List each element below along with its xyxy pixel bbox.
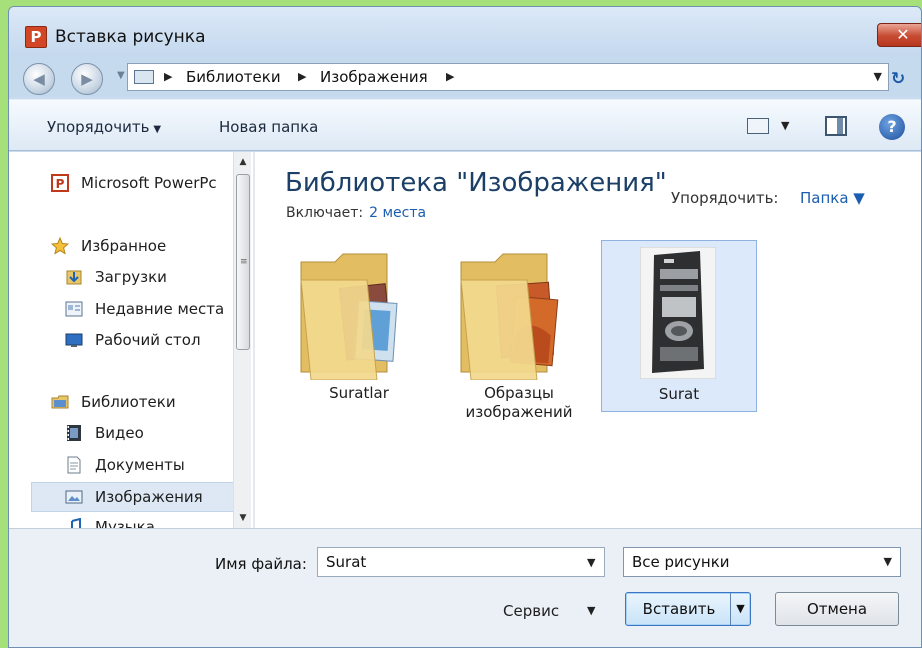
address-bar[interactable]: ▶ Библиотеки ▶ Изображения ▶ ▼ xyxy=(127,63,889,91)
refresh-icon[interactable]: ↻ xyxy=(891,69,905,89)
tools-menu-button[interactable]: Сервис xyxy=(503,602,559,620)
pictures-library-icon xyxy=(134,70,154,84)
music-icon xyxy=(71,518,81,528)
organize-label: Упорядочить xyxy=(47,118,150,136)
insert-button[interactable]: Вставить ▼ xyxy=(625,592,751,626)
nav-item-powerpoint[interactable]: Microsoft PowerPc xyxy=(81,174,217,192)
recent-pages-dropdown[interactable]: ▼ xyxy=(117,70,125,81)
navigation-pane: P Microsoft PowerPc Избранное Загрузки Н… xyxy=(9,152,233,528)
svg-text:P: P xyxy=(56,177,65,191)
organize-button[interactable]: Упорядочить ▼ xyxy=(47,118,161,136)
file-item-surat[interactable]: Surat xyxy=(601,240,757,412)
nav-item-music[interactable]: Музыка xyxy=(95,518,155,528)
nav-item-video[interactable]: Видео xyxy=(95,424,144,442)
computer-tower-thumbnail xyxy=(640,247,716,379)
filename-dropdown-icon[interactable]: ▼ xyxy=(587,556,595,569)
includes-label: Включает: xyxy=(286,205,364,221)
forward-arrow-icon: ▶ xyxy=(81,70,93,88)
libraries-icon xyxy=(51,395,69,409)
arrange-by-label: Упорядочить: xyxy=(671,189,779,207)
breadcrumb-libraries[interactable]: Библиотеки xyxy=(186,68,281,86)
file-label: Suratlar xyxy=(329,384,389,402)
command-toolbar: Упорядочить ▼ Новая папка ▼ ? xyxy=(9,99,921,151)
main-content: P Microsoft PowerPc Избранное Загрузки Н… xyxy=(9,152,921,528)
breadcrumb-separator-icon[interactable]: ▶ xyxy=(446,70,454,83)
preview-pane-icon[interactable] xyxy=(825,116,847,136)
window-title: Вставка рисунка xyxy=(55,27,206,47)
filename-label: Имя файла: xyxy=(215,555,307,573)
change-view-icon[interactable] xyxy=(747,118,769,134)
arrange-by-dropdown[interactable]: Папка ▼ xyxy=(800,189,865,207)
back-arrow-icon: ◀ xyxy=(33,70,45,88)
file-selection-panel: Имя файла: Surat ▼ Все рисунки ▼ Сервис … xyxy=(9,528,921,647)
file-item-sample-pictures[interactable]: Образцы изображений xyxy=(441,240,597,421)
nav-item-pictures[interactable]: Изображения xyxy=(95,488,203,506)
tools-dropdown-icon[interactable]: ▼ xyxy=(587,604,595,617)
insert-options-dropdown[interactable]: ▼ xyxy=(730,593,750,625)
insert-picture-dialog: P Вставка рисунка ✕ ◀ ▶ ▼ ▶ Библиотеки ▶… xyxy=(8,6,922,648)
nav-item-desktop[interactable]: Рабочий стол xyxy=(95,331,201,349)
nav-item-favorites[interactable]: Избранное xyxy=(81,237,166,255)
powerpoint-icon: P xyxy=(51,174,69,192)
file-label: Surat xyxy=(658,385,700,403)
file-type-value: Все рисунки xyxy=(632,553,730,571)
breadcrumb-separator-icon[interactable]: ▶ xyxy=(164,70,172,83)
scroll-up-icon[interactable]: ▲ xyxy=(234,154,252,170)
nav-scrollbar[interactable]: ▲ ≡ ▼ xyxy=(233,152,251,528)
nav-item-libraries[interactable]: Библиотеки xyxy=(81,393,176,411)
pictures-icon xyxy=(65,490,83,504)
new-folder-button[interactable]: Новая папка xyxy=(219,118,318,136)
library-includes: Включает: 2 места xyxy=(286,205,426,221)
folder-icon xyxy=(460,253,559,380)
nav-item-documents[interactable]: Документы xyxy=(95,456,185,474)
close-button[interactable]: ✕ xyxy=(877,23,921,47)
recent-places-icon xyxy=(65,301,83,317)
filename-field[interactable]: Surat xyxy=(317,547,605,577)
desktop-icon xyxy=(65,333,83,347)
scroll-thumb[interactable]: ≡ xyxy=(236,174,250,350)
includes-locations-link[interactable]: 2 места xyxy=(369,205,426,221)
cancel-button[interactable]: Отмена xyxy=(775,592,899,626)
forward-button[interactable]: ▶ xyxy=(71,63,103,95)
address-row: ◀ ▶ ▼ ▶ Библиотеки ▶ Изображения ▶ ▼ ↻ xyxy=(9,57,921,97)
nav-item-downloads[interactable]: Загрузки xyxy=(95,268,167,286)
title-bar[interactable]: P Вставка рисунка ✕ xyxy=(9,7,921,57)
file-item-suratlar[interactable]: Suratlar xyxy=(281,240,437,412)
insert-label: Вставить xyxy=(642,600,716,618)
scroll-grip-icon: ≡ xyxy=(240,257,248,267)
breadcrumb-pictures[interactable]: Изображения xyxy=(320,68,428,86)
folder-icon xyxy=(300,253,398,380)
chevron-down-icon: ▼ xyxy=(153,124,162,135)
scroll-down-icon[interactable]: ▼ xyxy=(234,510,252,526)
view-options-dropdown[interactable]: ▼ xyxy=(781,119,789,132)
pane-splitter[interactable] xyxy=(253,152,255,528)
video-icon xyxy=(67,425,81,441)
address-dropdown-icon[interactable]: ▼ xyxy=(874,70,882,83)
help-icon[interactable]: ? xyxy=(879,114,905,140)
chevron-down-icon: ▼ xyxy=(883,555,892,568)
breadcrumb-separator-icon[interactable]: ▶ xyxy=(298,70,306,83)
back-button[interactable]: ◀ xyxy=(23,63,55,95)
powerpoint-app-icon: P xyxy=(25,26,47,48)
documents-icon xyxy=(67,456,81,474)
library-title: Библиотека "Изображения" xyxy=(285,168,667,198)
file-label: Образцы изображений xyxy=(465,384,573,421)
downloads-icon xyxy=(66,270,82,285)
star-icon xyxy=(51,237,69,255)
file-type-filter[interactable]: Все рисунки ▼ xyxy=(623,547,901,577)
nav-item-recent-places[interactable]: Недавние места xyxy=(95,300,224,318)
